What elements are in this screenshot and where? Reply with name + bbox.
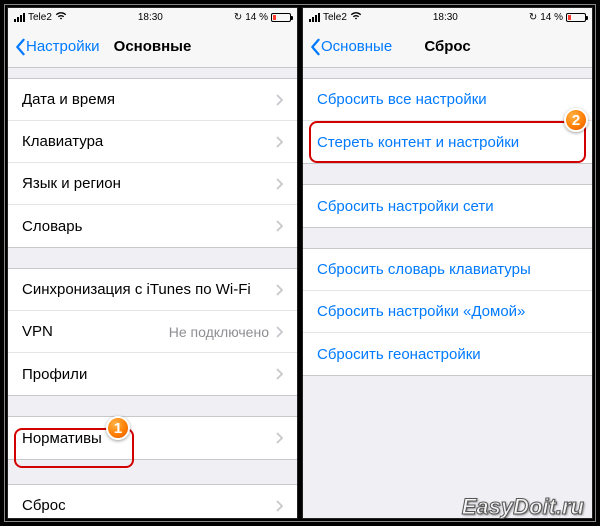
row-regulatory[interactable]: Нормативы <box>8 417 297 459</box>
orientation-lock-icon: ↻ <box>529 12 537 23</box>
back-button[interactable]: Настройки <box>14 38 100 56</box>
battery-icon <box>566 13 586 22</box>
row-keyboard[interactable]: Клавиатура <box>8 121 297 163</box>
annotation-badge-2: 2 <box>564 108 588 132</box>
back-label: Настройки <box>26 38 100 55</box>
row-reset-all-settings[interactable]: Сбросить все настройки <box>303 79 592 121</box>
chevron-right-icon <box>275 220 283 232</box>
chevron-right-icon <box>275 178 283 190</box>
phone-reset-settings: Tele2 18:30 ↻ 14 % Основные Сброс Сброси… <box>302 7 593 519</box>
status-bar: Tele2 18:30 ↻ 14 % <box>8 8 297 26</box>
row-dictionary[interactable]: Словарь <box>8 205 297 247</box>
battery-percent: 14 % <box>540 12 563 23</box>
chevron-left-icon <box>309 38 321 56</box>
chevron-right-icon <box>275 284 283 296</box>
clock: 18:30 <box>433 12 458 23</box>
chevron-right-icon <box>275 94 283 106</box>
row-date-time[interactable]: Дата и время <box>8 79 297 121</box>
reset-list: Сбросить все настройки Стереть контент и… <box>303 68 592 518</box>
row-profiles[interactable]: Профили <box>8 353 297 395</box>
phone-general-settings: Tele2 18:30 ↻ 14 % Настройки Основные Да… <box>7 7 298 519</box>
vpn-status: Не подключено <box>169 324 269 340</box>
chevron-right-icon <box>275 326 283 338</box>
nav-bar: Основные Сброс <box>303 26 592 68</box>
back-button[interactable]: Основные <box>309 38 392 56</box>
row-erase-content-settings[interactable]: Стереть контент и настройки <box>303 121 592 163</box>
chevron-right-icon <box>275 500 283 512</box>
carrier-label: Tele2 <box>28 12 52 23</box>
row-reset[interactable]: Сброс <box>8 485 297 518</box>
orientation-lock-icon: ↻ <box>234 12 242 23</box>
signal-bars-icon <box>309 13 320 22</box>
carrier-label: Tele2 <box>323 12 347 23</box>
row-reset-home-layout[interactable]: Сбросить настройки «Домой» <box>303 291 592 333</box>
wifi-icon <box>350 11 362 23</box>
row-reset-location[interactable]: Сбросить геонастройки <box>303 333 592 375</box>
row-itunes-wifi-sync[interactable]: Синхронизация с iTunes по Wi-Fi <box>8 269 297 311</box>
battery-icon <box>271 13 291 22</box>
chevron-right-icon <box>275 432 283 444</box>
status-bar: Tele2 18:30 ↻ 14 % <box>303 8 592 26</box>
chevron-right-icon <box>275 136 283 148</box>
nav-bar: Настройки Основные <box>8 26 297 68</box>
chevron-right-icon <box>275 368 283 380</box>
back-label: Основные <box>321 38 392 55</box>
watermark: EasyDoit.ru <box>462 494 584 520</box>
row-vpn[interactable]: VPNНе подключено <box>8 311 297 353</box>
battery-percent: 14 % <box>245 12 268 23</box>
row-language-region[interactable]: Язык и регион <box>8 163 297 205</box>
signal-bars-icon <box>14 13 25 22</box>
row-reset-keyboard-dict[interactable]: Сбросить словарь клавиатуры <box>303 249 592 291</box>
annotation-badge-1: 1 <box>106 416 130 440</box>
chevron-left-icon <box>14 38 26 56</box>
wifi-icon <box>55 11 67 23</box>
settings-list: Дата и время Клавиатура Язык и регион Сл… <box>8 68 297 518</box>
clock: 18:30 <box>138 12 163 23</box>
row-reset-network[interactable]: Сбросить настройки сети <box>303 185 592 227</box>
